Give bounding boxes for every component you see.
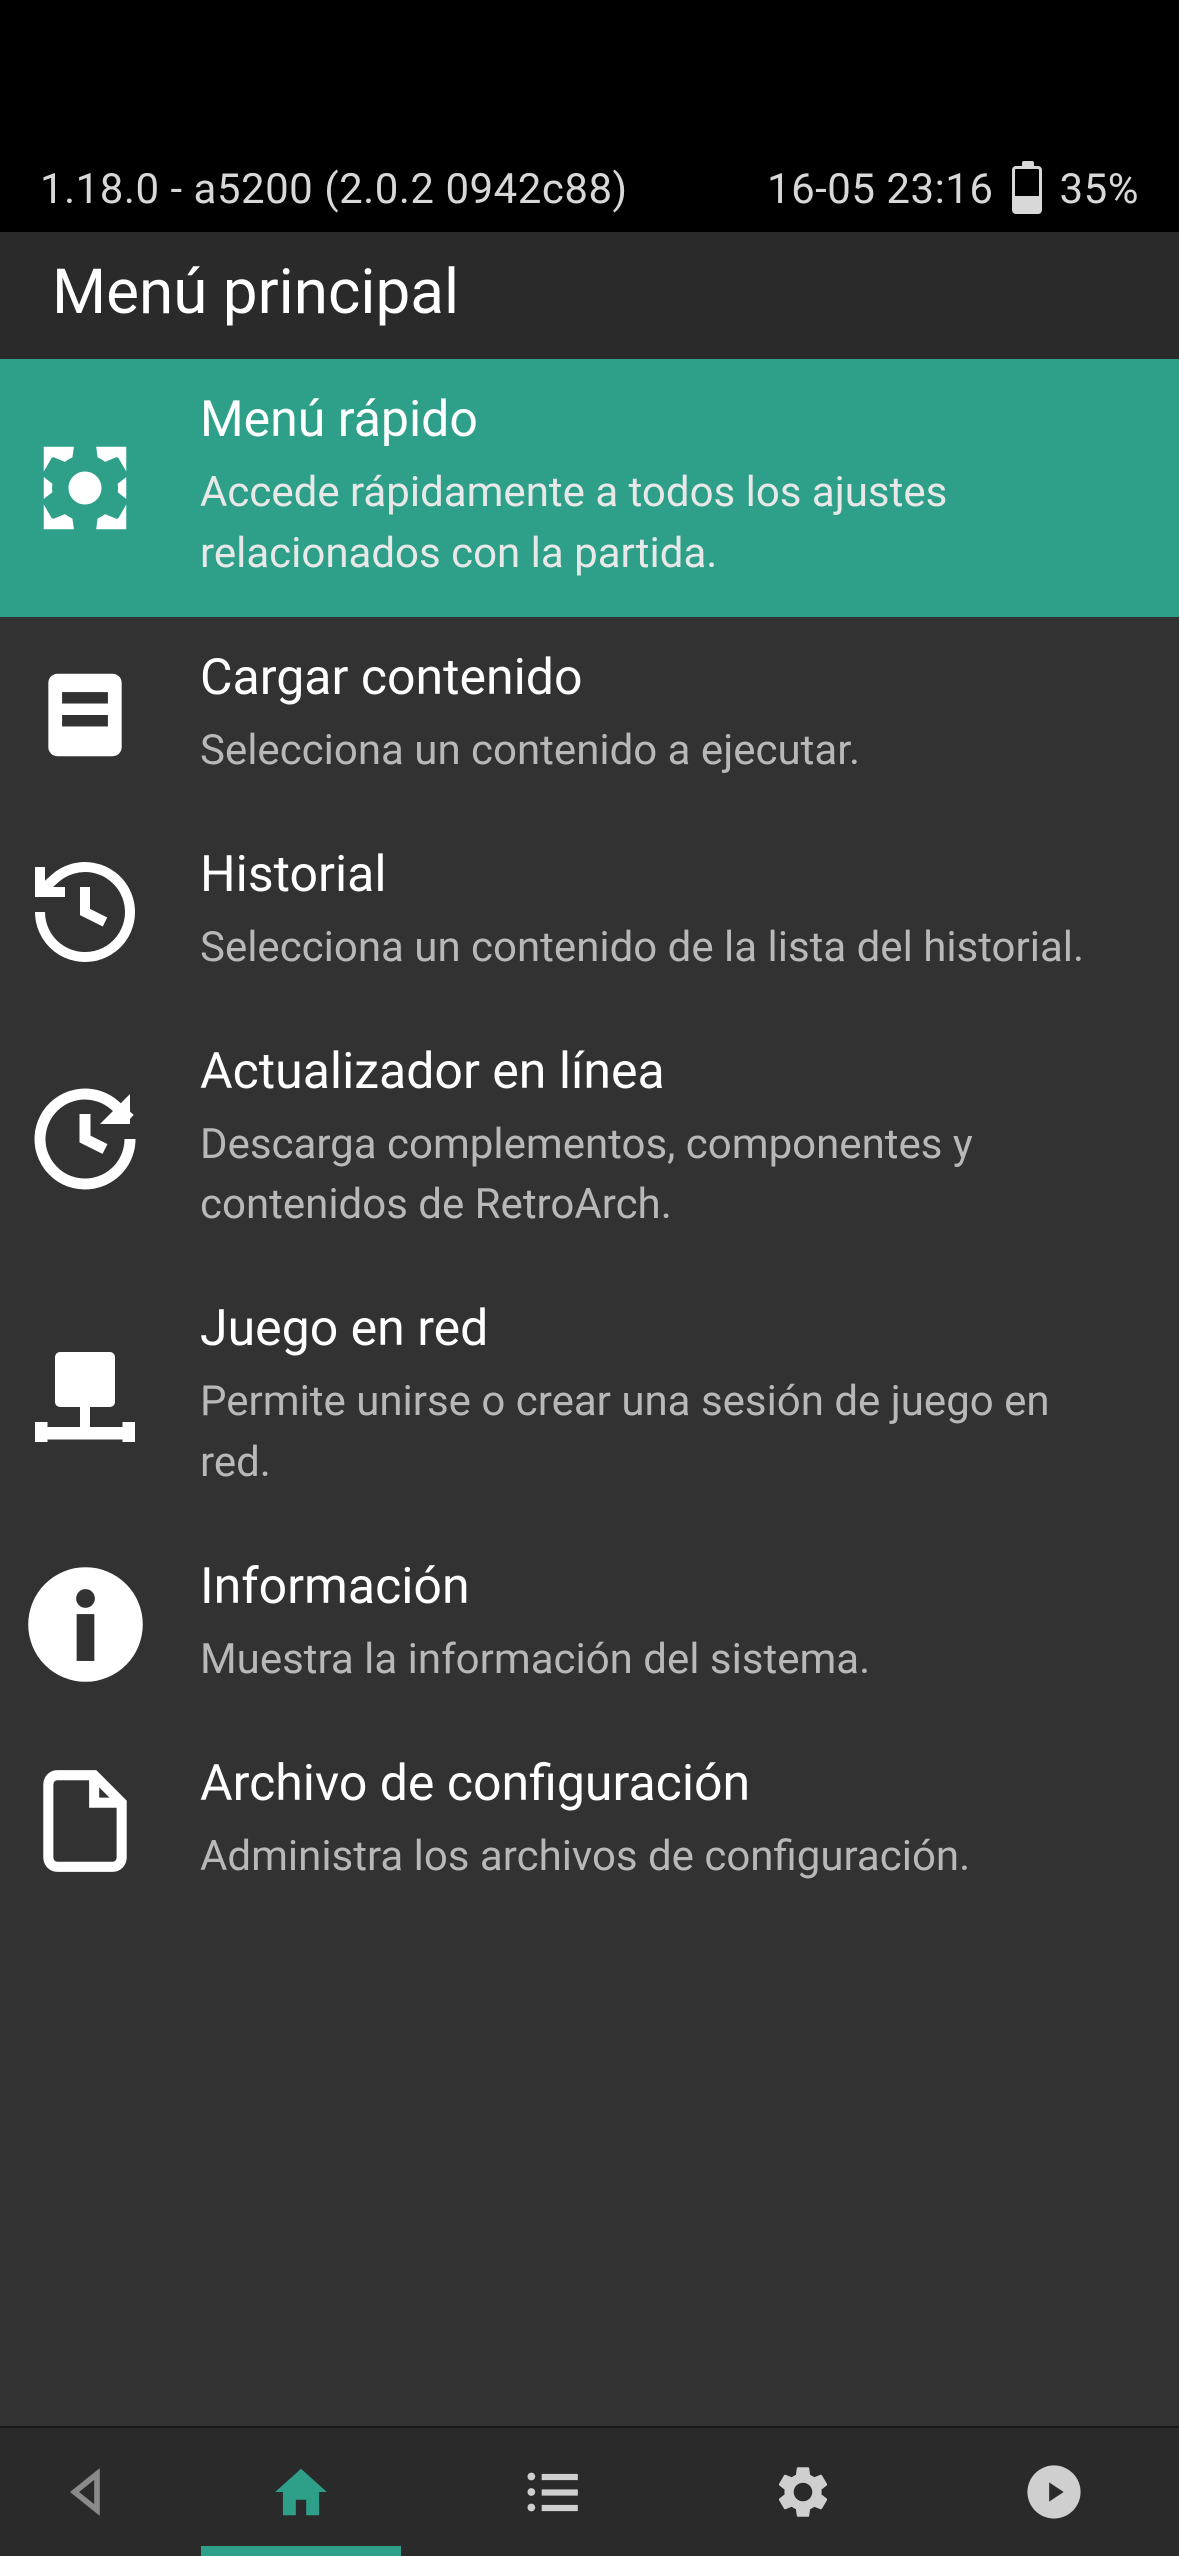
status-datetime: 16-05 23:16 (767, 165, 994, 214)
menu-item-netplay[interactable]: Juego en red Permite unirse o crear una … (0, 1268, 1179, 1526)
nav-back[interactable] (0, 2428, 176, 2556)
info-icon (20, 1562, 150, 1687)
network-icon (20, 1337, 150, 1457)
history-icon (20, 852, 150, 972)
menu-item-quick-menu[interactable]: Menú rápido Accede rápidamente a todos l… (0, 359, 1179, 617)
menu-item-config-file[interactable]: Archivo de configuración Administra los … (0, 1723, 1179, 1920)
menu-item-title: Menú rápido (200, 391, 1129, 449)
menu-item-online-updater[interactable]: Actualizador en línea Descarga complemen… (0, 1011, 1179, 1269)
nav-settings[interactable] (677, 2428, 928, 2556)
menu-item-subtitle: Accede rápidamente a todos los ajustes r… (200, 463, 1129, 585)
menu-item-information[interactable]: Información Muestra la información del s… (0, 1526, 1179, 1723)
gear-icon (20, 433, 150, 543)
menu-item-subtitle: Descarga complementos, componentes y con… (200, 1115, 1129, 1237)
menu-item-title: Cargar contenido (200, 649, 1129, 707)
menu-item-title: Información (200, 1558, 1129, 1616)
menu-item-title: Actualizador en línea (200, 1043, 1129, 1101)
nav-run[interactable] (928, 2428, 1179, 2556)
file-icon (20, 1761, 150, 1881)
menu-item-load-content[interactable]: Cargar contenido Selecciona un contenido… (0, 617, 1179, 814)
menu-item-subtitle: Muestra la información del sistema. (200, 1630, 1129, 1691)
menu-item-subtitle: Administra los archivos de configuración… (200, 1827, 1129, 1888)
document-icon (20, 660, 150, 770)
menu-item-title: Archivo de configuración (200, 1755, 1129, 1813)
menu-item-subtitle: Selecciona un contenido a ejecutar. (200, 721, 1129, 782)
main-menu-list: Menú rápido Accede rápidamente a todos l… (0, 359, 1179, 2426)
page-title: Menú principal (52, 256, 1127, 329)
menu-item-title: Historial (200, 846, 1129, 904)
status-bar: 1.18.0 - a5200 (2.0.2 0942c88) 16-05 23:… (0, 0, 1179, 232)
update-icon (20, 1079, 150, 1199)
menu-item-subtitle: Selecciona un contenido de la lista del … (200, 918, 1129, 979)
battery-percentage: 35% (1060, 165, 1139, 214)
app-version-text: 1.18.0 - a5200 (2.0.2 0942c88) (40, 165, 628, 214)
nav-playlists[interactable] (426, 2428, 677, 2556)
menu-item-history[interactable]: Historial Selecciona un contenido de la … (0, 814, 1179, 1011)
menu-item-subtitle: Permite unirse o crear una sesión de jue… (200, 1372, 1129, 1494)
nav-home[interactable] (176, 2428, 427, 2556)
menu-item-title: Juego en red (200, 1300, 1129, 1358)
page-header: Menú principal (0, 232, 1179, 359)
bottom-nav (0, 2426, 1179, 2556)
battery-icon (1012, 166, 1042, 214)
